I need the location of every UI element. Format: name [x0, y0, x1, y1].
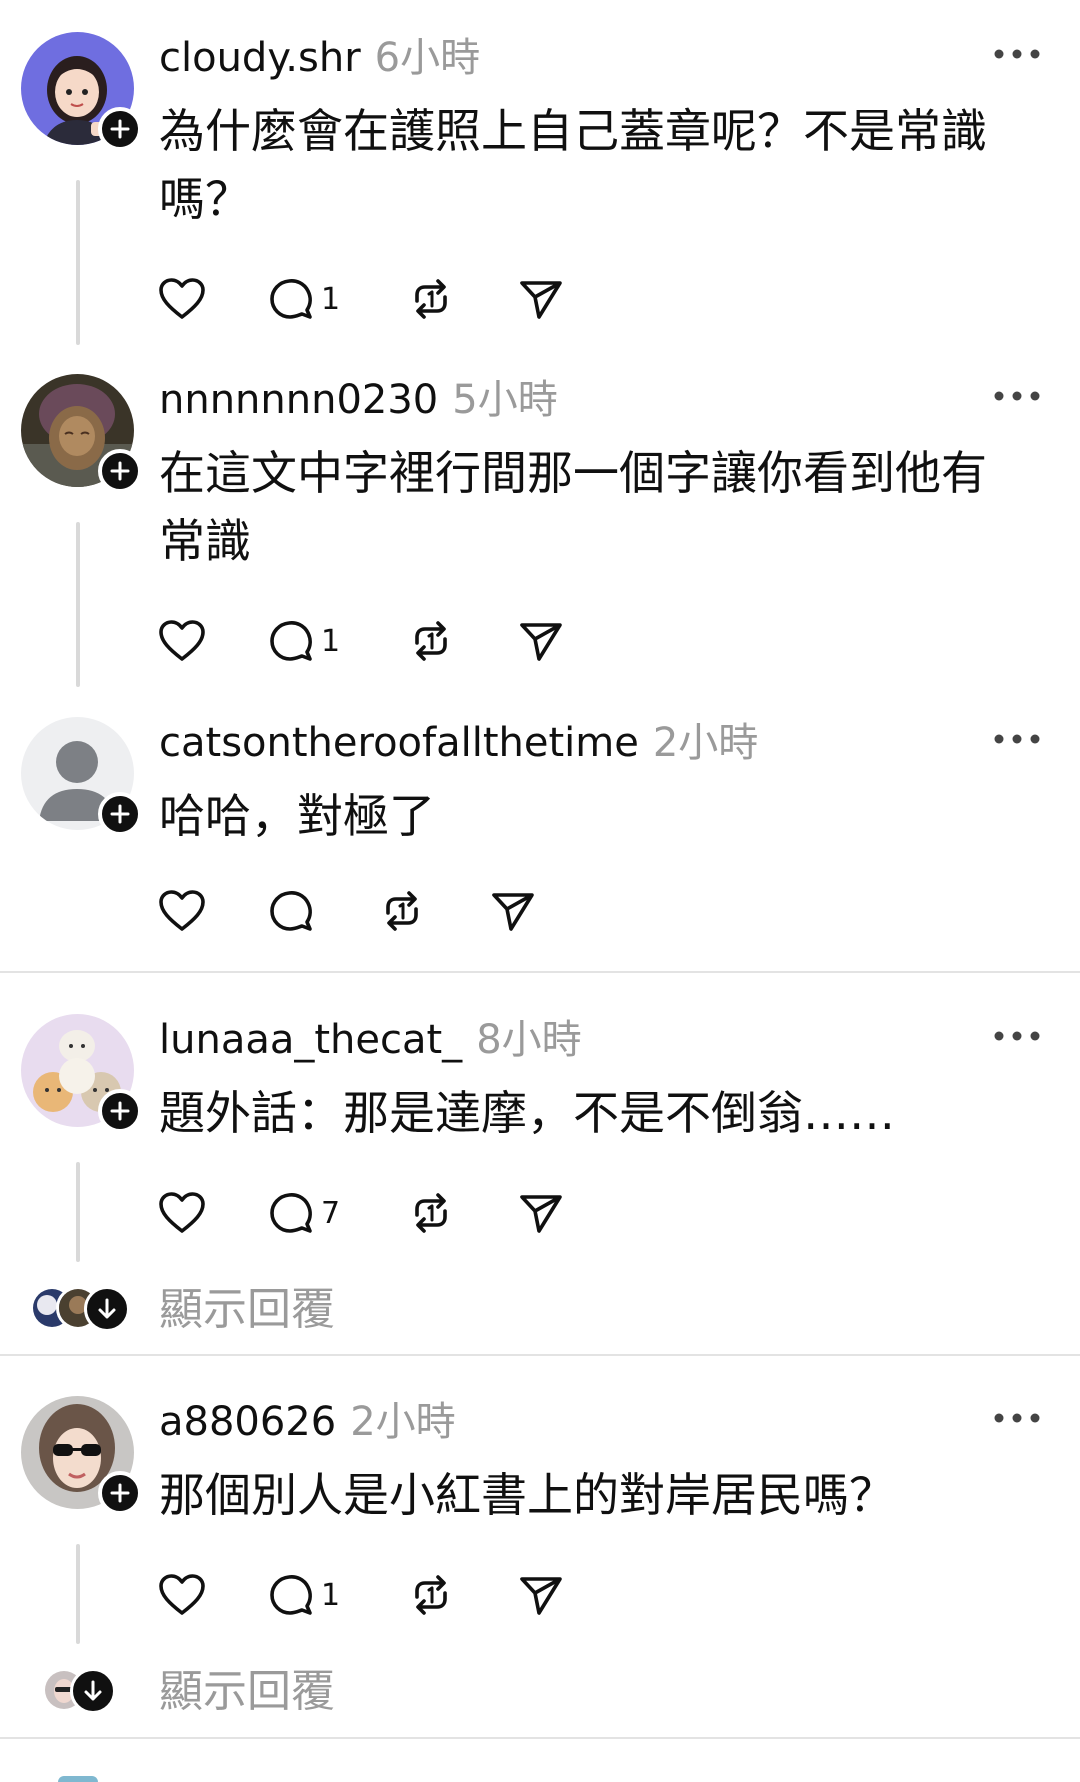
send-icon [520, 281, 562, 319]
reply-button[interactable]: 1 [269, 274, 340, 324]
arrow-down-icon [98, 1298, 116, 1319]
repost-button[interactable] [409, 1570, 453, 1620]
reply-button[interactable] [269, 886, 313, 936]
send-icon [492, 893, 534, 931]
send-icon [520, 1195, 562, 1233]
post-text: 那個別人是小紅書上的對岸居民嗎？ [159, 1468, 895, 1522]
thread-line [76, 1162, 80, 1262]
more-dots-icon[interactable] [994, 732, 1040, 746]
heart-icon [159, 1192, 205, 1233]
comment-icon [270, 279, 312, 319]
username[interactable]: nnnnnnn0230 [159, 377, 438, 423]
share-button[interactable] [519, 1570, 563, 1620]
expand-replies-button[interactable] [70, 1668, 116, 1714]
username[interactable]: cloudy.shr [159, 35, 361, 81]
repost-icon [415, 621, 447, 661]
post-time: 2小時 [350, 1399, 456, 1445]
reply-button[interactable]: 1 [269, 1570, 340, 1620]
more-dots-icon[interactable] [994, 1411, 1040, 1425]
repost-icon [386, 891, 418, 931]
reply-count: 1 [321, 281, 341, 317]
share-button[interactable] [519, 274, 563, 324]
show-replies-link[interactable]: 顯示回覆 [159, 1667, 335, 1717]
divider [0, 1737, 1080, 1739]
repost-button[interactable] [409, 1188, 453, 1238]
send-icon [520, 623, 562, 661]
post-text: 為什麼會在護照上自己蓋章呢？不是常識嗎？ [159, 104, 987, 226]
follow-button[interactable] [98, 792, 142, 836]
send-icon [520, 1577, 562, 1615]
like-button[interactable] [159, 1570, 205, 1620]
username[interactable]: a880626 [159, 1399, 336, 1445]
comment-icon [270, 1193, 312, 1233]
divider [0, 1354, 1080, 1356]
like-button[interactable] [159, 1188, 205, 1238]
reply-button[interactable]: 7 [269, 1188, 340, 1238]
share-button[interactable] [519, 1188, 563, 1238]
expand-replies-button[interactable] [84, 1286, 130, 1332]
post-header: lunaaa_thecat_ 8小時 [159, 1017, 582, 1063]
post-header: nnnnnnn0230 5小時 [159, 377, 558, 423]
follow-button[interactable] [98, 1089, 142, 1133]
repost-button[interactable] [409, 616, 453, 666]
repost-icon [415, 1575, 447, 1615]
plus-icon [110, 1483, 130, 1503]
post-time: 5小時 [452, 377, 558, 423]
follow-button[interactable] [98, 449, 142, 493]
post-time: 6小時 [374, 35, 481, 81]
repost-icon [415, 1193, 447, 1233]
reply-count: 1 [321, 1577, 341, 1613]
comment-icon [270, 621, 312, 661]
plus-icon [110, 461, 130, 481]
post-time: 8小時 [476, 1017, 582, 1063]
more-dots-icon[interactable] [994, 47, 1040, 61]
plus-icon [110, 804, 130, 824]
comment-icon [270, 891, 312, 931]
thread-line [76, 522, 80, 687]
like-button[interactable] [159, 616, 205, 666]
username[interactable]: catsontheroofallthetime [159, 720, 639, 766]
more-dots-icon[interactable] [994, 389, 1040, 403]
reply-button[interactable]: 1 [269, 616, 340, 666]
heart-icon [159, 278, 205, 319]
heart-icon [159, 890, 205, 931]
heart-icon [159, 1574, 205, 1615]
username[interactable]: lunaaa_thecat_ [159, 1017, 462, 1063]
like-button[interactable] [159, 274, 205, 324]
like-button[interactable] [159, 886, 205, 936]
post-text: 哈哈，對極了 [159, 789, 435, 843]
reply-count: 1 [321, 623, 341, 659]
follow-button[interactable] [98, 107, 142, 151]
avatar[interactable] [58, 1776, 98, 1782]
plus-icon [110, 1101, 130, 1121]
arrow-down-icon [84, 1680, 102, 1701]
post-time: 2小時 [652, 720, 759, 766]
show-replies-link[interactable]: 顯示回覆 [159, 1285, 335, 1335]
thread-line [76, 1544, 80, 1644]
repost-icon [415, 279, 447, 319]
follow-button[interactable] [98, 1471, 142, 1515]
post-text: 題外話：那是達摩，不是不倒翁…… [159, 1086, 895, 1140]
repost-button[interactable] [409, 274, 453, 324]
post-header: cloudy.shr 6小時 [159, 35, 480, 81]
post-header: a880626 2小時 [159, 1399, 456, 1445]
more-dots-icon[interactable] [994, 1029, 1040, 1043]
plus-icon [110, 119, 130, 139]
post-text: 在這文中字裡行間那一個字讓你看到他有常識 [159, 446, 987, 568]
thread-line [76, 180, 80, 345]
reply-count: 7 [321, 1195, 341, 1231]
share-button[interactable] [491, 886, 535, 936]
post-header: catsontheroofallthetime 2小時 [159, 720, 758, 766]
comment-icon [270, 1575, 312, 1615]
share-button[interactable] [519, 616, 563, 666]
divider [0, 971, 1080, 973]
repost-button[interactable] [380, 886, 424, 936]
heart-icon [159, 620, 205, 661]
